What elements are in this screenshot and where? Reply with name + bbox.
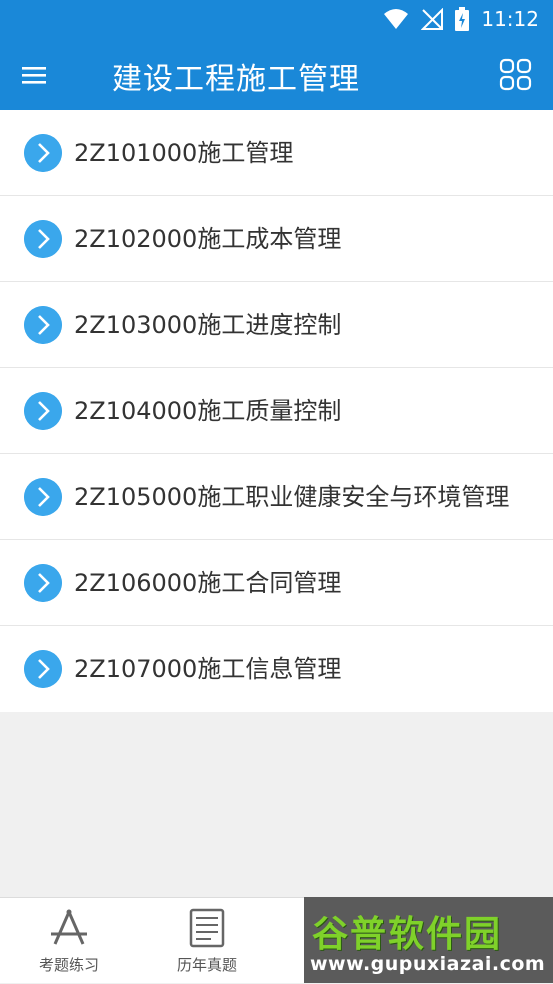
compass-icon — [51, 909, 87, 945]
menu-icon[interactable] — [22, 62, 62, 92]
tab-practice[interactable]: 考题练习 — [0, 898, 138, 984]
grid-icon[interactable] — [499, 58, 533, 92]
chevron-right-icon — [24, 219, 62, 258]
chapter-list: 2Z101000施工管理 2Z102000施工成本管理 2Z103000施工进度… — [0, 110, 553, 712]
document-icon — [189, 908, 225, 948]
list-item-label: 2Z103000施工进度控制 — [74, 310, 342, 339]
app-bar: 建设工程施工管理 — [0, 38, 553, 110]
list-item-label: 2Z107000施工信息管理 — [74, 655, 342, 683]
list-item[interactable]: 2Z107000施工信息管理 — [0, 626, 553, 712]
page-title: 建设工程施工管理 — [112, 62, 360, 97]
watermark-url: www.gupuxiazai.com — [310, 953, 546, 975]
chevron-right-icon — [24, 563, 62, 602]
list-item[interactable]: 2Z103000施工进度控制 — [0, 282, 553, 368]
list-item-label: 2Z101000施工管理 — [74, 138, 294, 167]
no-signal-icon — [421, 8, 444, 30]
status-icons: 11:12 — [383, 6, 539, 32]
tab-past-exams[interactable]: 历年真题 — [138, 898, 276, 984]
tab-label: 历年真题 — [176, 956, 237, 974]
list-item[interactable]: 2Z101000施工管理 — [0, 110, 553, 196]
wifi-icon — [384, 9, 409, 29]
chevron-right-icon — [24, 477, 62, 516]
watermark-logo: 谷普软件园 — [312, 914, 503, 955]
tab-label: 考题练习 — [38, 956, 99, 974]
chevron-right-icon — [24, 391, 62, 430]
chevron-right-icon — [24, 650, 62, 688]
list-item[interactable]: 2Z102000施工成本管理 — [0, 196, 553, 282]
list-item-label: 2Z104000施工质量控制 — [74, 396, 342, 425]
status-time: 11:12 — [481, 7, 539, 31]
chevron-right-icon — [24, 133, 62, 172]
battery-charging-icon — [455, 7, 470, 31]
chevron-right-icon — [24, 305, 62, 344]
list-item-label: 2Z106000施工合同管理 — [74, 568, 342, 597]
status-bar: 11:12 — [0, 0, 553, 38]
list-item[interactable]: 2Z104000施工质量控制 — [0, 368, 553, 454]
list-item-label: 2Z102000施工成本管理 — [74, 224, 342, 253]
list-item[interactable]: 2Z106000施工合同管理 — [0, 540, 553, 626]
list-item-label: 2Z105000施工职业健康安全与环境管理 — [74, 482, 510, 511]
watermark: 谷普软件园 www.gupuxiazai.com — [304, 897, 553, 983]
list-item[interactable]: 2Z105000施工职业健康安全与环境管理 — [0, 454, 553, 540]
